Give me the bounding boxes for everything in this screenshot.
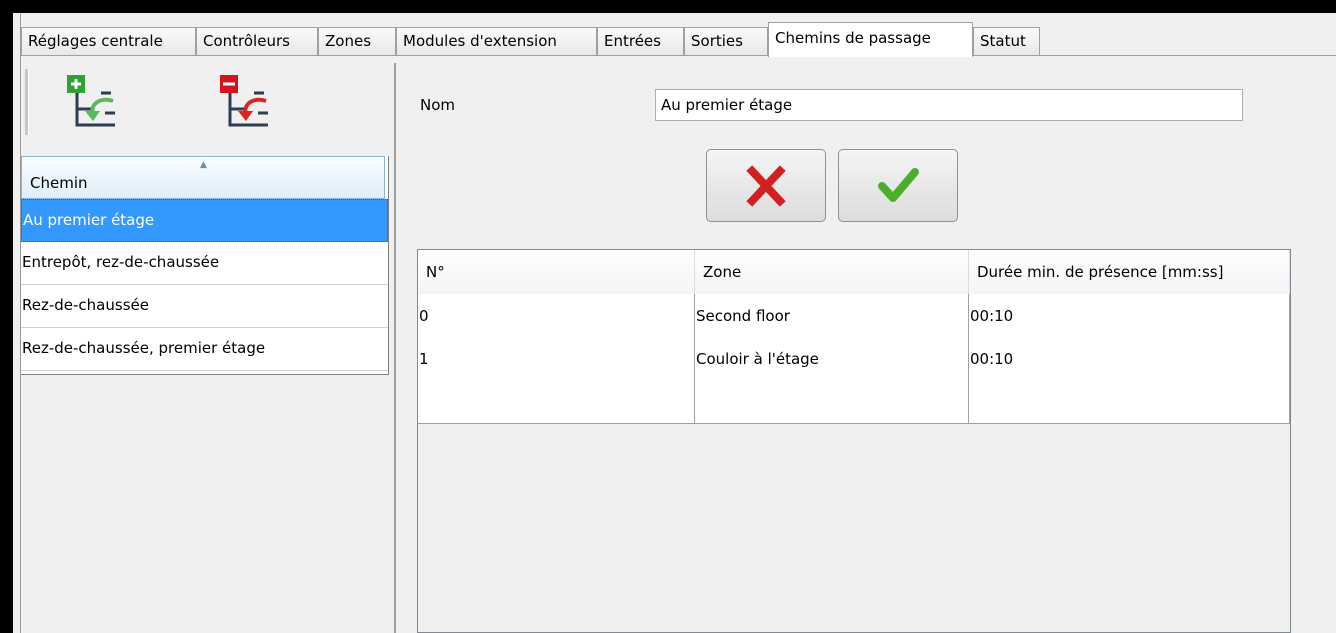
remove-path-button[interactable] [218,73,272,131]
window-frame-top [0,0,1336,13]
cell-number[interactable]: 1 [418,337,695,380]
add-path-button[interactable] [65,73,119,131]
list-item[interactable]: Au premier étage [21,199,388,242]
list-item[interactable]: Entrepôt, rez-de-chaussée [21,242,388,285]
column-header-zone[interactable]: Zone [695,250,969,294]
toolbar-grip [25,69,29,135]
path-list: ▲ Chemin Au premier étage Entrepôt, rez-… [21,156,389,375]
tab-entrees[interactable]: Entrées [597,27,684,55]
cell-duration[interactable]: 00:10 [969,294,1290,337]
list-item[interactable]: Rez-de-chaussée, premier étage [21,328,388,371]
window-frame-left [0,0,13,633]
tab-reglages-centrale[interactable]: Réglages centrale [21,27,196,55]
tab-chemins-de-passage[interactable]: Chemins de passage [768,22,973,57]
tab-sorties[interactable]: Sorties [684,27,768,55]
check-icon [878,168,919,202]
column-header-number[interactable]: N° [418,250,695,294]
cell-duration[interactable] [969,380,1290,423]
remove-path-icon [220,75,268,127]
window-frame-inner [13,13,21,633]
name-label: Nom [420,96,456,114]
tab-statut[interactable]: Statut [973,27,1040,55]
path-list-panel: ▲ Chemin Au premier étage Entrepôt, rez-… [21,63,396,633]
tab-strip: Réglages centrale Contrôleurs Zones Modu… [21,13,1336,70]
table-row-new[interactable] [418,380,1290,424]
cross-icon [746,165,786,207]
cell-zone[interactable] [695,380,969,423]
tab-controleurs[interactable]: Contrôleurs [196,27,318,55]
sort-ascending-icon: ▲ [200,160,207,170]
tab-modules-extension[interactable]: Modules d'extension [396,27,597,55]
table-row[interactable]: 1 Couloir à l'étage 00:10 [418,337,1290,381]
path-list-header[interactable]: ▲ Chemin [21,156,385,199]
cell-zone[interactable]: Second floor [695,294,969,337]
path-editor-panel: Nom Au premier étage N° Zone Durée min. … [396,63,1336,633]
tab-zones[interactable]: Zones [318,27,396,55]
cell-number[interactable]: 0 [418,294,695,337]
name-field[interactable]: Au premier étage [655,89,1243,121]
path-list-header-label: Chemin [30,174,88,192]
confirm-button[interactable] [838,149,958,222]
add-path-icon [67,75,115,127]
table-row[interactable]: 0 Second floor 00:10 [418,294,1290,338]
cell-number[interactable] [418,380,695,423]
cell-duration[interactable]: 00:10 [969,337,1290,380]
column-header-duration[interactable]: Durée min. de présence [mm:ss] [969,250,1290,294]
cell-zone[interactable]: Couloir à l'étage [695,337,969,380]
cancel-button[interactable] [706,149,826,222]
table-header: N° Zone Durée min. de présence [mm:ss] [418,250,1290,295]
list-item[interactable]: Rez-de-chaussée [21,285,388,328]
zone-table: N° Zone Durée min. de présence [mm:ss] 0… [417,249,1291,633]
tab-strip-baseline [21,55,1336,56]
